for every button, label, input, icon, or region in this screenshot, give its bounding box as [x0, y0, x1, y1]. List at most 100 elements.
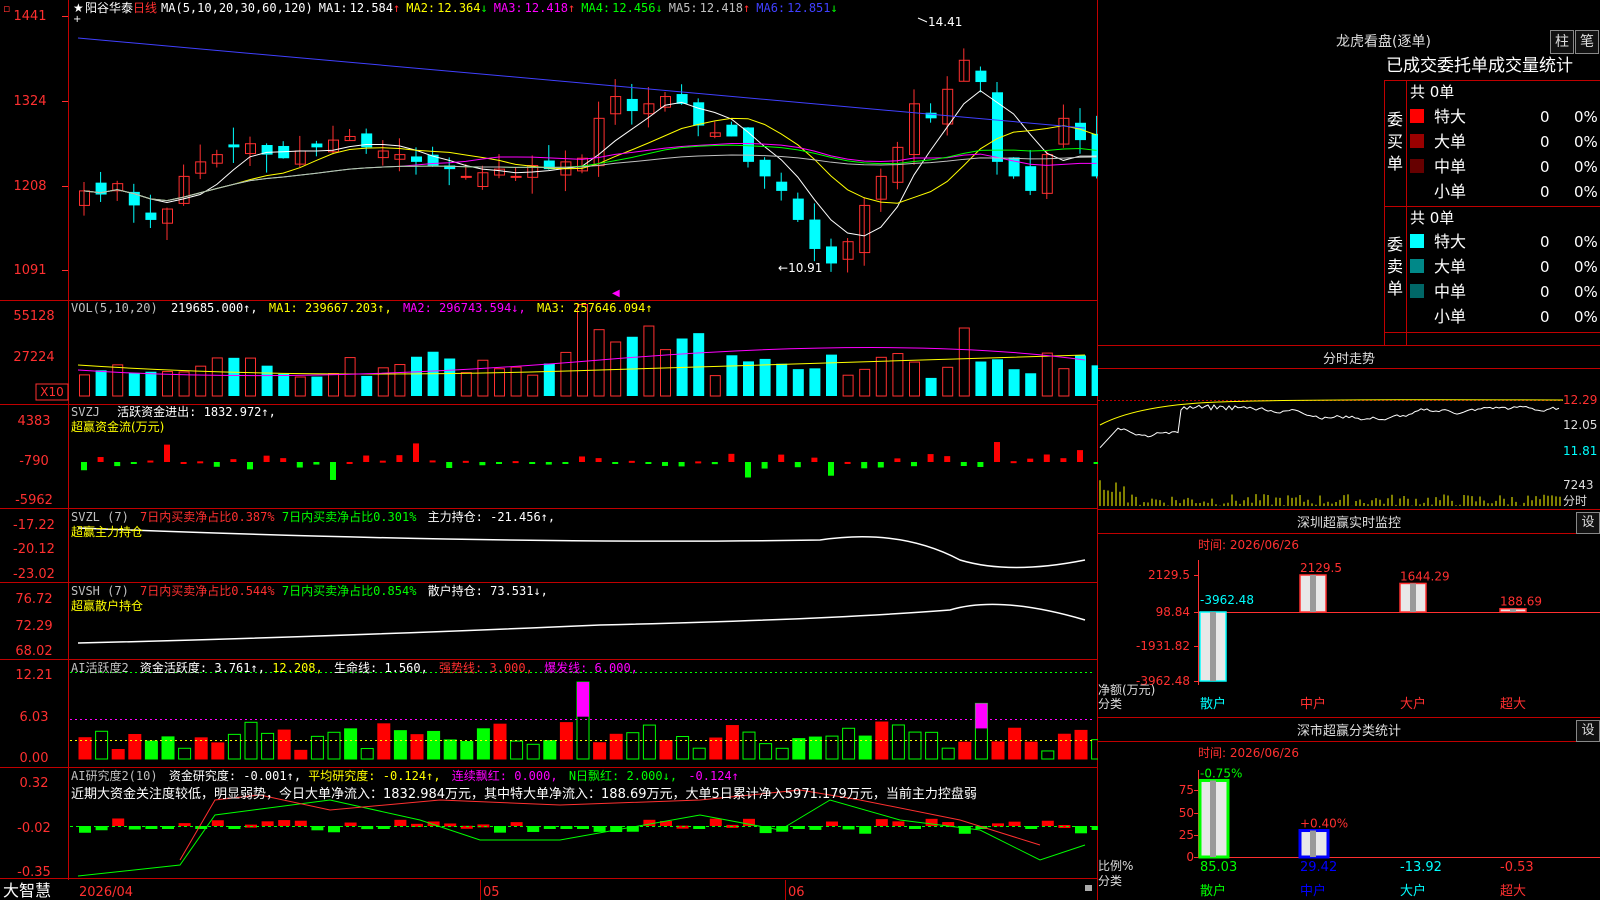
fund-flow-bar — [263, 455, 270, 462]
activity-bar — [792, 738, 806, 760]
volume-bar — [909, 361, 920, 397]
sz-category: 中户 — [1300, 696, 1326, 712]
activity-bar — [344, 728, 358, 760]
plus-icon[interactable]: + — [73, 14, 81, 25]
volume-bar — [693, 333, 705, 396]
research-bar — [344, 822, 357, 826]
candle-body — [792, 198, 804, 220]
cls-xlabel: 分类 — [1098, 874, 1122, 888]
svzj-axis-bot: -5962 — [15, 493, 53, 508]
research-bar — [1075, 826, 1087, 834]
cls-top-label: -0.75% — [1200, 766, 1242, 780]
volume-bar — [1075, 355, 1086, 396]
activity-bar — [360, 748, 374, 760]
fund-flow-bar — [545, 462, 552, 465]
activity-bar — [925, 731, 939, 760]
cls-category: 散户 — [1200, 883, 1226, 899]
volume-bar — [743, 361, 754, 396]
activity-bar — [692, 747, 706, 760]
volume-bar — [875, 356, 887, 397]
order-type: 小单 — [1434, 182, 1466, 201]
volume-bar — [211, 357, 223, 397]
volume-bar — [294, 376, 306, 397]
lock-icon[interactable] — [1085, 885, 1092, 891]
candle-body — [510, 175, 522, 178]
activity-bar — [95, 730, 109, 760]
right-panel: 龙虎看盘(逐单) 已成交委托单成交量统计 委买单 共 0单 特大 0 0% 大单 0 0%… — [1098, 0, 1600, 900]
order-color-swatch — [1410, 259, 1424, 273]
intraday-label: 分时 — [1563, 494, 1587, 508]
fund-flow-bar — [446, 462, 453, 468]
fund-flow-bar — [512, 461, 519, 464]
fund-flow-bar — [711, 462, 718, 465]
order-type: 中单 — [1434, 157, 1466, 176]
fund-flow-bar — [180, 461, 187, 464]
activity-bar — [393, 730, 407, 760]
volume-bar — [344, 357, 356, 397]
fund-flow-bar — [396, 455, 403, 462]
order-count: 0 — [1540, 308, 1550, 326]
activity-bar — [742, 731, 756, 760]
activity-bar — [277, 729, 291, 760]
kline-chart[interactable]: ▫ ★ + 阳谷华泰日线 MA(5,10,20,30,60,120) MA1: 12.… — [0, 0, 1105, 900]
fund-flow-bar — [994, 442, 1000, 462]
research-bar — [427, 821, 440, 826]
sz-settings-button[interactable]: 设 — [1576, 512, 1600, 534]
activity-bar — [775, 747, 789, 760]
intraday-avg-line — [1099, 399, 1564, 426]
order-color-swatch — [1410, 134, 1424, 148]
candle-body — [228, 144, 240, 148]
svzl-axis-bot: -23.02 — [13, 567, 55, 582]
activity-bar — [1074, 729, 1088, 760]
volume-bar — [444, 358, 456, 396]
fund-flow-bar — [529, 462, 536, 464]
activity-bar — [377, 723, 391, 760]
svsh-axis-bot: 68.02 — [15, 644, 52, 659]
research-bar — [278, 820, 291, 826]
cls-settings-button[interactable]: 设 — [1576, 720, 1600, 742]
candle-body — [460, 175, 472, 178]
activity-bar — [1024, 741, 1038, 760]
main-chart-area[interactable]: ▫ ★ + 阳谷华泰日线 MA(5,10,20,30,60,120) MA1: 12.… — [0, 0, 1105, 900]
activity-bar — [128, 733, 142, 760]
tick-view-button[interactable]: 笔 — [1575, 30, 1599, 54]
sz-bar-shade — [1410, 583, 1416, 612]
volume-bar — [510, 366, 522, 397]
fund-flow-bar — [247, 462, 253, 470]
sz-bar-shade — [1210, 612, 1216, 681]
fund-flow-bar — [1043, 454, 1050, 462]
intraday-chart[interactable] — [1098, 399, 1564, 506]
activity-bar — [1057, 733, 1071, 760]
cls-category: 大户 — [1400, 883, 1426, 899]
research-bar — [178, 823, 191, 827]
activity-bar — [1041, 750, 1055, 760]
fund-flow-bar — [761, 462, 768, 469]
fund-flow-bar — [363, 455, 370, 462]
ai2-comment: 近期大资金关注度较低，明显弱势，今日大单净流入：1832.984万元，其中特大单… — [71, 786, 977, 802]
ai1-axis-bot: 0.00 — [20, 751, 49, 766]
bar-view-button[interactable]: 柱 — [1550, 30, 1574, 54]
fund-flow-bar — [960, 462, 967, 467]
ai1-axis-top: 12.21 — [15, 668, 52, 683]
activity-bar — [593, 742, 607, 760]
sell-total: 共 0单 — [1410, 209, 1454, 227]
volume-bar — [278, 373, 290, 396]
fund-flow-bar — [197, 461, 204, 464]
fund-flow-bar — [1060, 458, 1067, 462]
activity-bar — [725, 725, 739, 760]
sz-bar-value: 188.69 — [1500, 595, 1542, 609]
volume-bar — [543, 363, 555, 396]
candle-body — [311, 143, 323, 148]
star-icon[interactable]: ★ — [73, 1, 84, 15]
volume-bar — [527, 374, 539, 397]
vol-header: VOL(5,10,20) 219685.000↑, MA1: 239667.20… — [71, 301, 653, 315]
cls-time: 时间: 2026/06/26 — [1198, 746, 1299, 760]
brand-logo: 大智慧 — [3, 881, 51, 900]
ai2-axis-top: 0.32 — [20, 776, 49, 791]
ma30-line — [83, 144, 1097, 202]
sz-ylabel: 净额(万元) — [1098, 683, 1155, 697]
ma60-line — [83, 154, 1097, 202]
activity-bar — [310, 735, 324, 760]
fund-flow-bar — [496, 462, 502, 464]
volume-bar — [361, 375, 373, 396]
